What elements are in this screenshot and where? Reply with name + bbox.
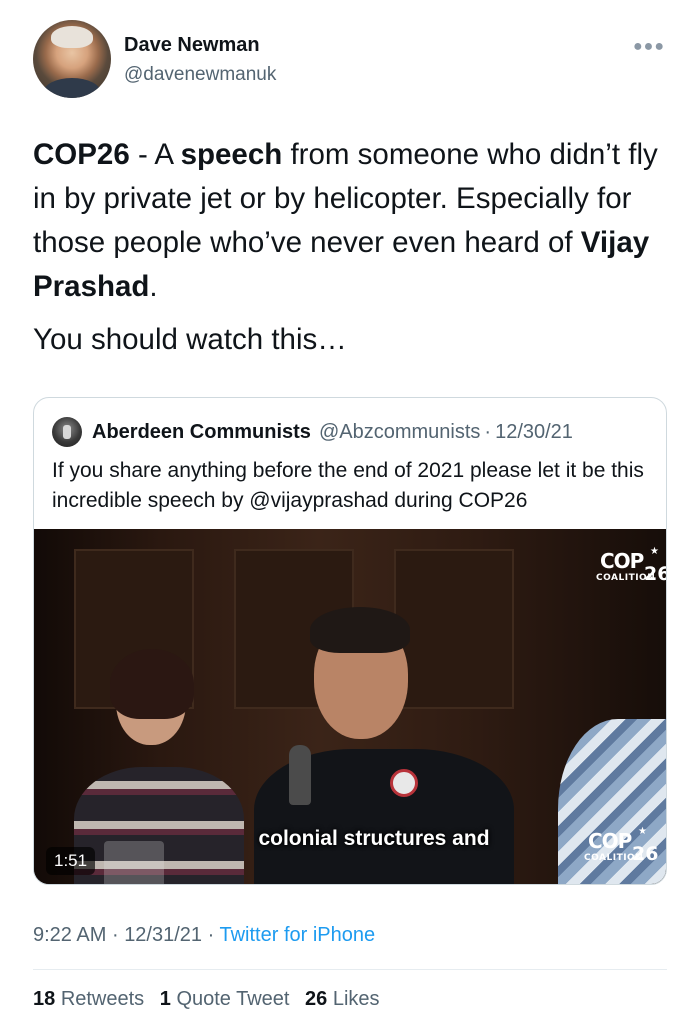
quoted-tweet[interactable]: Aberdeen Communists @Abzcommunists · 12/… — [33, 397, 667, 885]
tweet-second-paragraph: You should watch this… — [33, 323, 347, 356]
retweets-count[interactable]: 18 — [33, 988, 55, 1010]
microphone — [289, 745, 311, 805]
glass — [104, 841, 164, 884]
tweet-date[interactable]: 12/31/21 — [124, 924, 202, 946]
tweet-time[interactable]: 9:22 AM — [33, 924, 106, 946]
likes-label[interactable]: Likes — [333, 988, 380, 1010]
quoted-separator: · — [484, 420, 492, 443]
meta-separator: · — [207, 924, 215, 946]
tweet-text-part: . — [149, 270, 158, 303]
retweets-label[interactable]: Retweets — [61, 988, 144, 1010]
tweet-source-link[interactable]: Twitter for iPhone — [219, 924, 375, 946]
quoted-tweet-text: If you share anything before the end of … — [52, 459, 644, 512]
author-name[interactable]: Dave Newman — [124, 34, 260, 57]
quoted-author-avatar[interactable] — [52, 417, 82, 447]
divider — [33, 969, 667, 970]
cop26-logo-top: COP ★ 26 COALITION — [596, 546, 666, 585]
tweet-text: COP26 - A speech from someone who didn’t… — [33, 133, 673, 309]
quoted-author-handle[interactable]: @Abzcommunists — [319, 421, 480, 444]
tweet-text-part: - A — [129, 138, 181, 171]
quoted-date[interactable]: 12/30/21 — [495, 421, 573, 444]
meta-separator: · — [111, 924, 119, 946]
video-player[interactable]: COP ★ 26 COALITION COP ★ 26 COALITION co… — [34, 529, 666, 884]
author-handle[interactable]: @davenewmanuk — [124, 64, 276, 86]
more-icon[interactable]: ●●● — [633, 38, 665, 56]
cop26-logo-bottom: COP ★ 26 COALITION — [584, 826, 659, 865]
video-duration: 1:51 — [46, 847, 96, 875]
author-avatar[interactable] — [33, 20, 111, 98]
video-subtitle: colonial structures and — [258, 827, 490, 850]
quoted-author-name[interactable]: Aberdeen Communists — [92, 421, 311, 444]
quote-tweets-label[interactable]: Quote Tweet — [176, 988, 289, 1010]
quoted-tweet-header: Aberdeen Communists @Abzcommunists · 12/… — [52, 417, 573, 447]
tweet-meta: 9:22 AM · 12/31/21 · Twitter for iPhone — [33, 924, 375, 947]
quote-tweets-count[interactable]: 1 — [160, 988, 171, 1010]
likes-count[interactable]: 26 — [305, 988, 327, 1010]
hashtag-cop26: COP26 — [33, 138, 130, 171]
tweet-text-bold-speech: speech — [180, 138, 283, 171]
tweet-header: Dave Newman @davenewmanuk ●●● — [33, 20, 673, 100]
tweet-stats: 18 Retweets 1 Quote Tweet 26 Likes — [33, 988, 390, 1011]
